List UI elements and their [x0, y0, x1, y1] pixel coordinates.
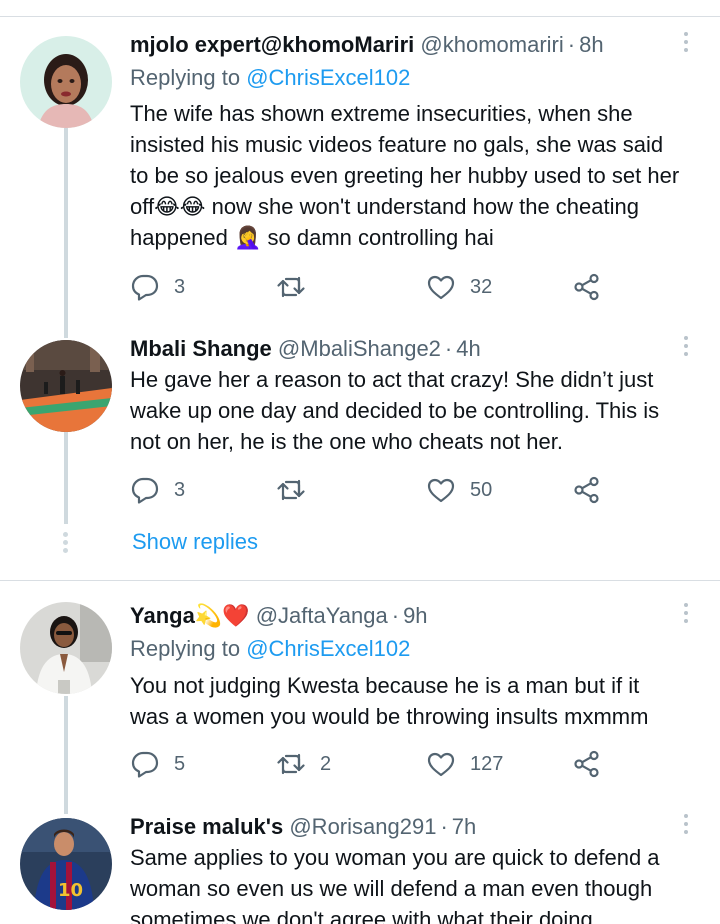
reply-button[interactable]: 3: [130, 270, 185, 304]
replying-to: Replying to @ChrisExcel102: [130, 634, 410, 664]
tweet-text: The wife has shown extreme insecurities,…: [130, 98, 700, 253]
retweet-button[interactable]: 2: [276, 747, 331, 781]
replying-to-label: Replying to: [130, 65, 241, 90]
retweet-count: 2: [320, 752, 332, 775]
tweet-text-line: You not judging Kwesta because he is a m…: [130, 673, 640, 698]
retweet-icon: [277, 479, 305, 501]
share-button[interactable]: [572, 270, 602, 304]
retweet-icon: [277, 753, 305, 775]
display-name[interactable]: Mbali Shange: [130, 336, 272, 361]
reply-count: 5: [174, 752, 186, 775]
separator-dot: ·: [567, 32, 576, 57]
separator-dot: ·: [440, 814, 448, 839]
display-name[interactable]: Yanga💫❤️: [130, 603, 250, 628]
timestamp[interactable]: 9h: [403, 603, 427, 628]
retweet-button[interactable]: [276, 270, 320, 304]
reply-icon: [131, 274, 159, 301]
top-divider: [0, 16, 720, 17]
show-replies-link[interactable]: Show replies: [132, 527, 258, 557]
display-name[interactable]: Praise maluk's: [130, 814, 283, 839]
like-count: 50: [470, 478, 493, 501]
avatar-image: [20, 602, 112, 694]
reply-button[interactable]: 5: [130, 747, 185, 781]
avatar[interactable]: [20, 340, 112, 432]
like-icon: [427, 478, 455, 503]
like-icon: [427, 275, 455, 300]
retweet-button[interactable]: [276, 473, 320, 507]
separator-dot: ·: [391, 603, 400, 628]
tweet-text-line: Same applies to you woman you are quick …: [130, 845, 660, 870]
tweet-header: mjolo expert@khomoMariri @khomomariri · 8h: [130, 30, 604, 60]
tweet-text-line: He gave her a reason to act that crazy! …: [130, 367, 654, 392]
share-button[interactable]: [572, 473, 602, 507]
tweet-text-line: not on her, he is the one who cheats not…: [130, 429, 563, 454]
action-bar: 3 32: [130, 270, 610, 304]
avatar[interactable]: [20, 602, 112, 694]
more-icon[interactable]: [682, 32, 690, 58]
like-icon: [427, 752, 455, 777]
tweet-text-line: woman so even us we will defend a man ev…: [130, 876, 653, 901]
tweet-header: Praise maluk's @Rorisang291 · 7h: [130, 812, 476, 842]
share-icon: [574, 476, 599, 504]
tweet-text-line: happened 🤦‍♀️ so damn controlling hai: [130, 225, 494, 250]
reply-button[interactable]: 3: [130, 473, 185, 507]
tweet-header: Yanga💫❤️ @JaftaYanga · 9h: [130, 601, 428, 631]
like-count: 32: [470, 275, 493, 298]
share-icon: [574, 273, 599, 301]
timestamp[interactable]: 8h: [579, 32, 603, 57]
action-bar: 5 2 127: [130, 747, 610, 781]
avatar-image: [20, 36, 112, 128]
share-icon: [574, 750, 599, 778]
svg-text:10: 10: [58, 880, 83, 901]
display-name[interactable]: mjolo expert@khomoMariri: [130, 32, 414, 57]
user-handle[interactable]: @MbaliShange2: [278, 336, 441, 361]
reply-count: 3: [174, 275, 186, 298]
mention-link[interactable]: @ChrisExcel102: [246, 65, 410, 90]
tweet-text: Same applies to you woman you are quick …: [130, 842, 700, 924]
more-icon[interactable]: [682, 603, 690, 629]
avatar-image: [20, 340, 112, 432]
reply-count: 3: [174, 478, 186, 501]
tweet-text: You not judging Kwesta because he is a m…: [130, 670, 700, 732]
replying-to-label: Replying to: [130, 636, 241, 661]
share-button[interactable]: [572, 747, 602, 781]
user-handle[interactable]: @JaftaYanga: [256, 603, 388, 628]
avatar-image: 10: [20, 818, 112, 910]
replying-to: Replying to @ChrisExcel102: [130, 63, 410, 93]
mention-link[interactable]: @ChrisExcel102: [246, 636, 410, 661]
tweet-text-line: to be so jealous even greeting her hubby…: [130, 163, 680, 188]
tweet-header: Mbali Shange @MbaliShange2 · 4h: [130, 334, 481, 364]
separator-dot: ·: [444, 336, 453, 361]
tweet-text-line: The wife has shown extreme insecurities,…: [130, 101, 633, 126]
tweet-text-line: wake up one day and decided to be contro…: [130, 398, 660, 423]
like-button[interactable]: 127: [426, 747, 503, 781]
tweet-text-line: off😂😂 now she won't understand how the c…: [130, 194, 639, 219]
reply-icon: [131, 477, 159, 504]
thread-line: [64, 696, 68, 814]
user-handle[interactable]: @Rorisang291: [289, 814, 436, 839]
reply-icon: [131, 751, 159, 778]
avatar[interactable]: [20, 36, 112, 128]
thread-line: [64, 128, 68, 338]
tweet-text-line: was a women you would be throwing insult…: [130, 704, 649, 729]
like-button[interactable]: 50: [426, 473, 492, 507]
avatar[interactable]: 10: [20, 818, 112, 910]
section-divider: [0, 580, 720, 581]
timestamp[interactable]: 4h: [456, 336, 480, 361]
timestamp[interactable]: 7h: [452, 814, 476, 839]
thread-continuation-dots: [62, 532, 68, 556]
tweet-text-line: sometimes we don't agree with what their…: [130, 907, 593, 924]
like-count: 127: [470, 752, 504, 775]
more-icon[interactable]: [682, 336, 690, 362]
user-handle[interactable]: @khomomariri: [420, 32, 563, 57]
more-icon[interactable]: [682, 814, 690, 840]
retweet-icon: [277, 276, 305, 298]
action-bar: 3 50: [130, 473, 610, 507]
like-button[interactable]: 32: [426, 270, 492, 304]
tweet-text-line: insisted his music videos feature no gal…: [130, 132, 664, 157]
tweet-text: He gave her a reason to act that crazy! …: [130, 364, 700, 457]
thread-line: [64, 432, 68, 524]
